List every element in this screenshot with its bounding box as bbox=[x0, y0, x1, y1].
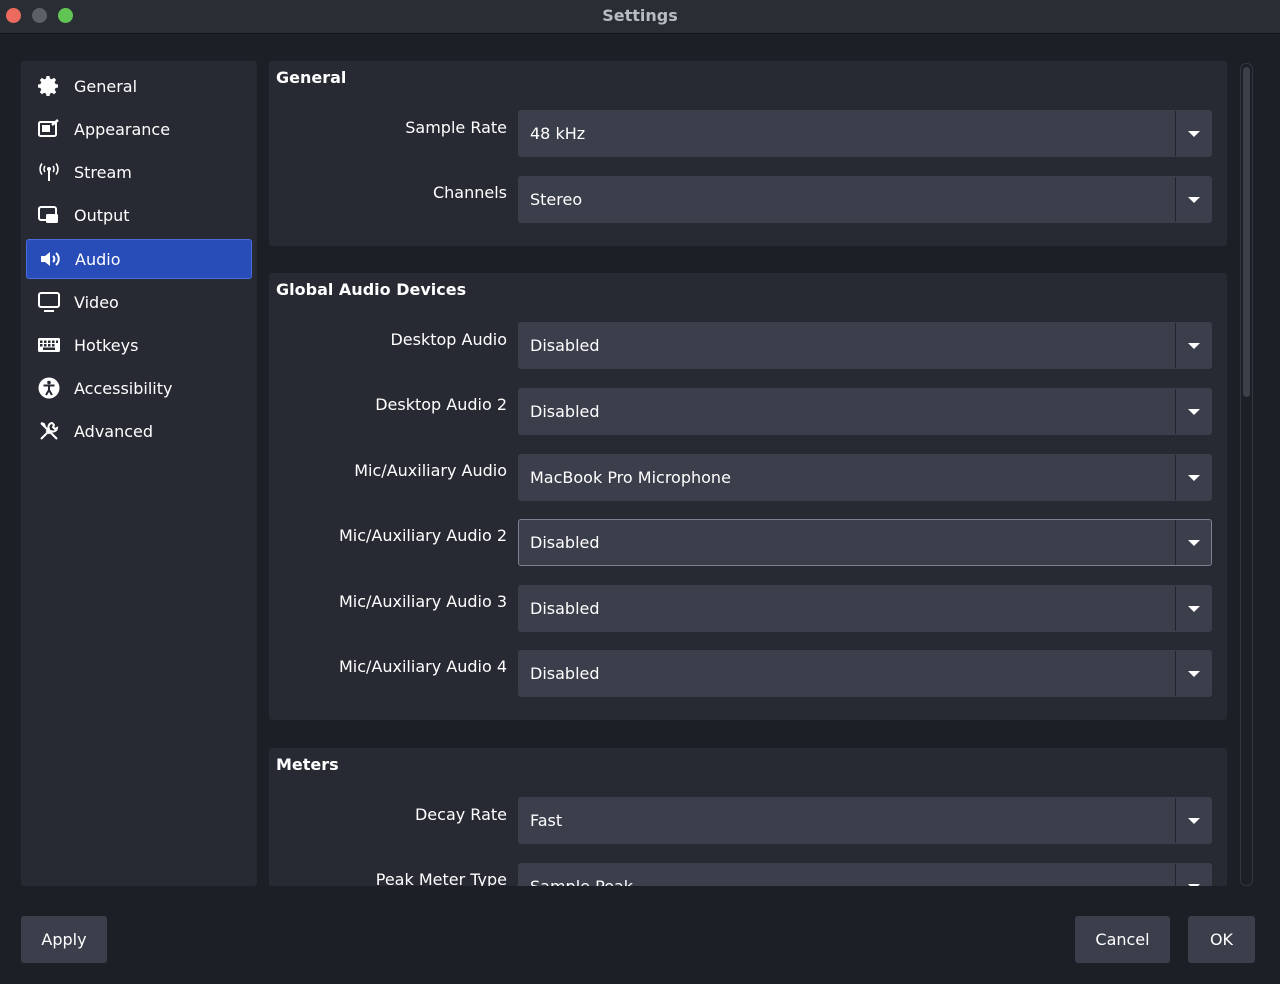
settings-sidebar: General Appearance Stream Output Audio V… bbox=[21, 61, 257, 886]
desktop-audio-2-label: Desktop Audio 2 bbox=[375, 395, 507, 414]
sample-rate-select[interactable]: 48 kHz bbox=[518, 110, 1212, 157]
title-bar: Settings bbox=[0, 0, 1280, 34]
keyboard-icon bbox=[36, 332, 62, 358]
sidebar-item-label: Video bbox=[74, 292, 119, 312]
sidebar-item-advanced[interactable]: Advanced bbox=[26, 411, 252, 451]
meters-group: Meters Decay Rate Fast Peak Meter Type S… bbox=[269, 748, 1227, 886]
output-icon bbox=[36, 202, 62, 228]
select-value: Fast bbox=[530, 811, 563, 830]
chevron-down-icon[interactable] bbox=[1176, 586, 1211, 631]
select-value: Stereo bbox=[530, 190, 583, 209]
decay-rate-select[interactable]: Fast bbox=[518, 797, 1212, 844]
sidebar-item-label: Appearance bbox=[74, 119, 171, 139]
mic-aux-3-label: Mic/Auxiliary Audio 3 bbox=[338, 592, 507, 611]
chevron-down-icon[interactable] bbox=[1176, 520, 1211, 565]
accessibility-icon bbox=[36, 375, 62, 401]
apply-button[interactable]: Apply bbox=[21, 916, 107, 963]
select-value: Disabled bbox=[530, 533, 600, 552]
sidebar-item-label: Audio bbox=[75, 249, 121, 269]
group-title: General bbox=[276, 68, 347, 87]
select-value: Disabled bbox=[530, 336, 600, 355]
select-value: MacBook Pro Microphone bbox=[530, 468, 731, 487]
group-title: Global Audio Devices bbox=[276, 280, 467, 299]
sidebar-item-general[interactable]: General bbox=[26, 66, 252, 106]
chevron-down-icon[interactable] bbox=[1176, 455, 1211, 500]
sidebar-item-label: General bbox=[74, 76, 138, 96]
tools-icon bbox=[36, 418, 62, 444]
cancel-button[interactable]: Cancel bbox=[1075, 916, 1170, 963]
channels-label: Channels bbox=[432, 183, 507, 202]
gear-icon bbox=[36, 73, 62, 99]
chevron-down-icon[interactable] bbox=[1176, 177, 1211, 222]
content-scrollbar[interactable] bbox=[1240, 63, 1253, 886]
mic-aux-3-select[interactable]: Disabled bbox=[518, 585, 1212, 632]
speaker-icon bbox=[37, 246, 63, 272]
select-value: Disabled bbox=[530, 664, 600, 683]
chevron-down-icon[interactable] bbox=[1176, 111, 1211, 156]
mic-aux-select[interactable]: MacBook Pro Microphone bbox=[518, 454, 1212, 501]
sample-rate-label: Sample Rate bbox=[405, 118, 507, 137]
chevron-down-icon[interactable] bbox=[1176, 323, 1211, 368]
decay-rate-label: Decay Rate bbox=[414, 805, 507, 824]
sidebar-item-video[interactable]: Video bbox=[26, 282, 252, 322]
select-value: 48 kHz bbox=[530, 124, 586, 143]
desktop-audio-label: Desktop Audio bbox=[390, 330, 507, 349]
global-audio-devices-group: Global Audio Devices Desktop Audio Disab… bbox=[269, 273, 1227, 720]
scrollbar-thumb[interactable] bbox=[1243, 67, 1250, 397]
sidebar-item-label: Hotkeys bbox=[74, 335, 139, 355]
mic-aux-label: Mic/Auxiliary Audio bbox=[354, 461, 507, 480]
mic-aux-2-label: Mic/Auxiliary Audio 2 bbox=[338, 526, 507, 545]
sidebar-item-output[interactable]: Output bbox=[26, 195, 252, 235]
chevron-down-icon[interactable] bbox=[1176, 651, 1211, 696]
chevron-down-icon[interactable] bbox=[1176, 864, 1211, 886]
select-value: Disabled bbox=[530, 402, 600, 421]
chevron-down-icon[interactable] bbox=[1176, 389, 1211, 434]
audio-settings-panel: General Sample Rate 48 kHz Channels Ster… bbox=[265, 61, 1235, 886]
antenna-icon bbox=[36, 159, 62, 185]
sidebar-item-audio[interactable]: Audio bbox=[26, 239, 252, 279]
peak-meter-type-label: Peak Meter Type bbox=[375, 870, 507, 886]
mic-aux-4-select[interactable]: Disabled bbox=[518, 650, 1212, 697]
sidebar-item-stream[interactable]: Stream bbox=[26, 152, 252, 192]
monitor-icon bbox=[36, 289, 62, 315]
mic-aux-4-label: Mic/Auxiliary Audio 4 bbox=[338, 657, 507, 676]
sidebar-item-label: Advanced bbox=[74, 421, 154, 441]
sidebar-item-label: Stream bbox=[74, 162, 132, 182]
window-title: Settings bbox=[602, 6, 678, 25]
channels-select[interactable]: Stereo bbox=[518, 176, 1212, 223]
mic-aux-2-select[interactable]: Disabled bbox=[518, 519, 1212, 566]
sidebar-item-hotkeys[interactable]: Hotkeys bbox=[26, 325, 252, 365]
desktop-audio-select[interactable]: Disabled bbox=[518, 322, 1212, 369]
sidebar-item-accessibility[interactable]: Accessibility bbox=[26, 368, 252, 408]
appearance-icon bbox=[36, 116, 62, 142]
select-value: Disabled bbox=[530, 599, 600, 618]
peak-meter-type-select[interactable]: Sample Peak bbox=[518, 863, 1212, 886]
sidebar-item-appearance[interactable]: Appearance bbox=[26, 109, 252, 149]
chevron-down-icon[interactable] bbox=[1176, 798, 1211, 843]
desktop-audio-2-select[interactable]: Disabled bbox=[518, 388, 1212, 435]
ok-button[interactable]: OK bbox=[1188, 916, 1255, 963]
sidebar-item-label: Output bbox=[74, 205, 130, 225]
select-value: Sample Peak bbox=[519, 877, 1175, 886]
sidebar-item-label: Accessibility bbox=[74, 378, 173, 398]
group-title: Meters bbox=[276, 755, 339, 774]
general-group: General Sample Rate 48 kHz Channels Ster… bbox=[269, 61, 1227, 246]
